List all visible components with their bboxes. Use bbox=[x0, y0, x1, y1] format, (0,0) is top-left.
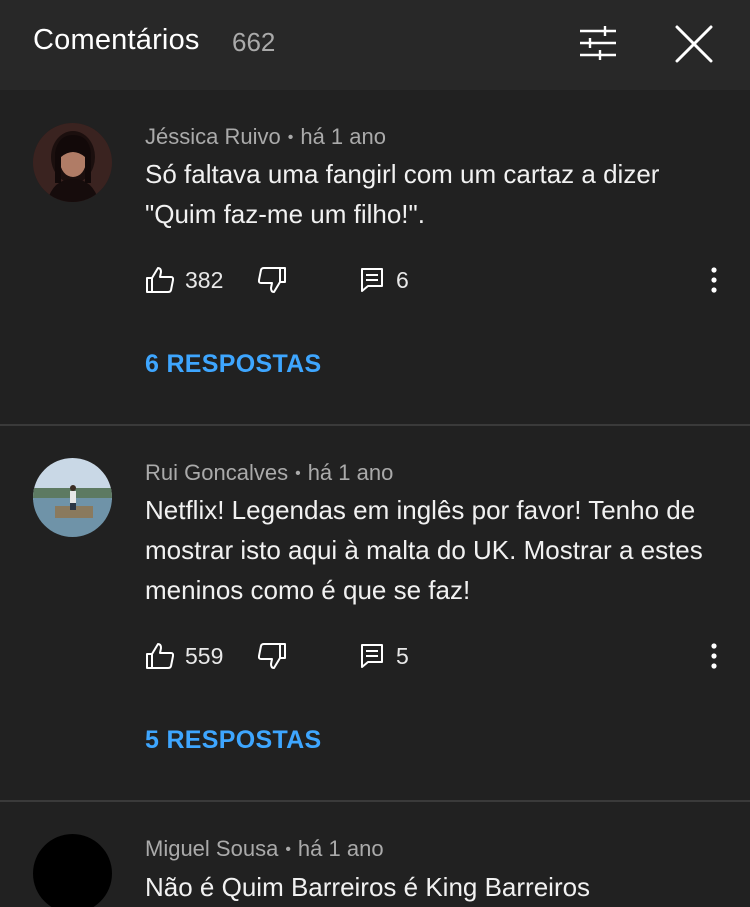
comment-text: Netflix! Legendas em inglês por favor! T… bbox=[145, 495, 703, 605]
reply-button[interactable]: 6 bbox=[360, 260, 409, 300]
comment-meta: Rui Goncalves • há 1 ano bbox=[145, 460, 394, 485]
like-count: 382 bbox=[185, 266, 224, 293]
more-options-button[interactable] bbox=[700, 636, 728, 676]
dislike-button[interactable] bbox=[257, 636, 287, 676]
comment-actions: 382 6 bbox=[0, 260, 750, 300]
close-icon bbox=[675, 25, 713, 63]
comment-thread: Jéssica Ruivo • há 1 ano Só faltava uma fa… bbox=[0, 90, 750, 424]
comments-header: Comentários 662 bbox=[0, 0, 750, 90]
thumbs-up-icon bbox=[146, 643, 175, 669]
thumbs-down-icon bbox=[257, 643, 286, 669]
close-button[interactable] bbox=[670, 20, 718, 68]
view-replies-link[interactable]: 5 RESPOSTAS bbox=[145, 726, 322, 755]
comment-icon bbox=[361, 644, 383, 668]
comment-time[interactable]: há 1 ano bbox=[300, 124, 386, 149]
like-button[interactable]: 559 bbox=[145, 636, 223, 676]
comment-author[interactable]: Rui Goncalves bbox=[145, 460, 288, 485]
comment-icon bbox=[361, 268, 383, 292]
more-vert-icon bbox=[711, 267, 717, 293]
thumbs-down-icon bbox=[257, 267, 286, 293]
like-button[interactable]: 382 bbox=[145, 260, 223, 300]
comment-time[interactable]: há 1 ano bbox=[308, 460, 394, 485]
dislike-button[interactable] bbox=[257, 260, 287, 300]
comment-thread: Miguel Sousa • há 1 ano Não é Quim Barreir… bbox=[0, 802, 750, 907]
more-options-button[interactable] bbox=[700, 260, 728, 300]
comment-meta: Miguel Sousa • há 1 ano bbox=[145, 836, 384, 861]
comment-actions: 559 5 bbox=[0, 636, 750, 676]
comment-time[interactable]: há 1 ano bbox=[298, 836, 384, 861]
sliders-icon bbox=[580, 26, 616, 60]
comment-author[interactable]: Miguel Sousa bbox=[145, 836, 278, 861]
reply-count: 5 bbox=[396, 642, 409, 669]
comment-meta: Jéssica Ruivo • há 1 ano bbox=[145, 124, 386, 149]
avatar[interactable] bbox=[33, 123, 112, 202]
sort-filter-button[interactable] bbox=[574, 22, 622, 64]
comment-author[interactable]: Jéssica Ruivo bbox=[145, 124, 281, 149]
avatar[interactable] bbox=[33, 834, 112, 907]
thumbs-up-icon bbox=[146, 267, 175, 293]
comment-text: Só faltava uma fangirl com um cartaz a d… bbox=[145, 159, 660, 229]
comment-thread: Rui Goncalves • há 1 ano Netflix! Legendas… bbox=[0, 426, 750, 800]
reply-button[interactable]: 5 bbox=[360, 636, 409, 676]
comment-text: Não é Quim Barreiros é King Barreiros bbox=[145, 872, 591, 902]
comments-count: 662 bbox=[232, 27, 276, 57]
more-vert-icon bbox=[711, 643, 717, 669]
like-count: 559 bbox=[185, 642, 224, 669]
reply-count: 6 bbox=[396, 266, 409, 293]
avatar[interactable] bbox=[33, 458, 112, 537]
view-replies-link[interactable]: 6 RESPOSTAS bbox=[145, 350, 322, 379]
comments-title: Comentários bbox=[33, 24, 200, 56]
